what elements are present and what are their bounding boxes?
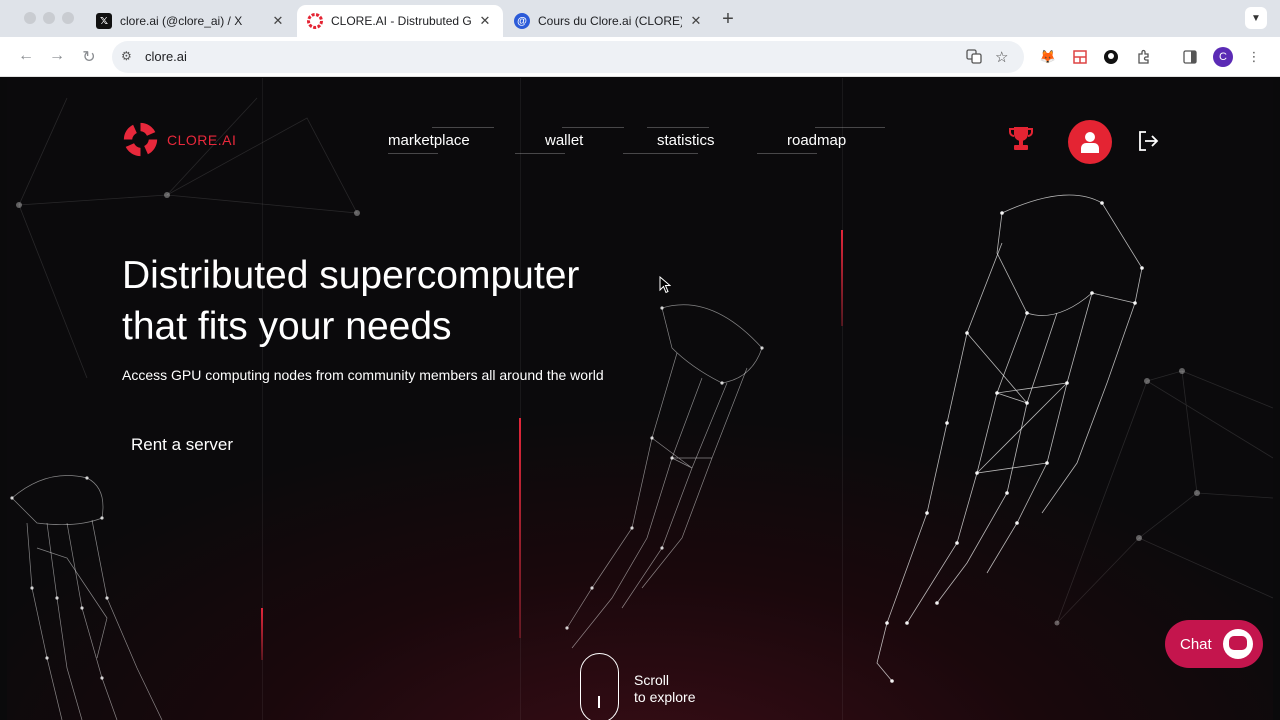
tab-title: Cours du Clore.ai (CLORE), G [538,14,682,28]
site-settings-icon[interactable]: ⚙ [121,49,132,63]
account-circle-icon[interactable] [1102,48,1120,66]
nav-decoration-line [623,153,698,154]
browser-tab-bar: 𝕏 clore.ai (@clore_ai) / X ✕ CLORE.AI - … [0,0,1280,37]
clore-logo-icon [307,13,323,29]
metamask-extension-icon[interactable]: 🦊 [1039,48,1057,66]
browser-tab[interactable]: 𝕏 clore.ai (@clore_ai) / X ✕ [86,5,296,37]
rent-server-button[interactable]: Rent a server [122,430,242,460]
coingecko-logo-icon: @ [514,13,530,29]
nav-link-wallet[interactable]: wallet [545,132,583,149]
jellyfish-left-decoration [10,475,163,720]
scroll-hint-line: to explore [634,689,696,705]
more-menu-icon[interactable]: ⋮ [1245,48,1263,66]
nav-decoration-line [432,127,494,128]
browser-tab[interactable]: @ Cours du Clore.ai (CLORE), G ✕ [504,5,714,37]
nav-decoration-line [757,153,817,154]
nav-link-marketplace[interactable]: marketplace [388,132,470,149]
clore-logo[interactable]: CLORE.AI [122,121,236,158]
close-icon[interactable]: ✕ [270,13,286,29]
chat-label: Chat [1180,635,1212,653]
nav-decoration-line [562,127,624,128]
clore-logo-icon [123,122,158,157]
nav-link-roadmap[interactable]: roadmap [787,132,846,149]
side-panel-icon[interactable] [1181,48,1199,66]
translate-icon[interactable] [966,48,982,68]
back-arrow-icon[interactable]: ← [16,47,36,65]
tab-search-chevron-icon[interactable]: ▼ [1245,7,1267,29]
hero-title-line: that fits your needs [122,305,452,348]
trophy-button[interactable] [1004,120,1038,158]
trophy-icon [1009,127,1033,150]
scroll-wheel [598,696,600,708]
hero-title: Distributed supercomputer that fits your… [122,250,682,352]
jellyfish-right-decoration [876,194,1144,683]
tab-title: CLORE.AI - Distrubuted GPU [331,14,471,28]
profile-avatar[interactable]: C [1213,47,1233,67]
chat-widget-button[interactable]: Chat [1165,620,1263,668]
logout-icon[interactable] [1137,130,1159,152]
browser-toolbar: ← → ↻ ⚙ clore.ai ☆ 🦊 C ⋮ [0,37,1280,77]
mouse-cursor-icon [659,276,671,294]
extensions-puzzle-icon[interactable] [1135,48,1153,66]
scroll-hint-line: Scroll [634,672,670,688]
nav-decoration-line [647,127,709,128]
close-icon[interactable]: ✕ [688,13,704,29]
scroll-mouse-icon[interactable] [580,653,619,720]
web-page: CLORE.AI marketplace wallet statistics r… [7,78,1273,720]
address-bar[interactable]: ⚙ clore.ai ☆ [112,41,1024,73]
new-tab-button[interactable]: + [718,8,738,31]
extension-grid-icon[interactable] [1071,48,1089,66]
address-url[interactable]: clore.ai [145,49,187,64]
window-close-control[interactable] [24,12,36,24]
scroll-hint: Scroll to explore [634,672,695,706]
user-account-button[interactable] [1068,120,1112,164]
forward-arrow-icon[interactable]: → [47,47,67,65]
reload-icon[interactable]: ↻ [79,47,99,67]
tab-title: clore.ai (@clore_ai) / X [120,14,243,28]
nav-decoration-line [815,127,885,128]
window-zoom-control[interactable] [62,12,74,24]
hero-subtitle: Access GPU computing nodes from communit… [122,367,604,383]
nav-decoration-line [515,153,565,154]
close-icon[interactable]: ✕ [477,13,493,29]
bookmark-star-icon[interactable]: ☆ [995,48,1008,66]
nav-decoration-line [388,153,438,154]
x-logo-icon: 𝕏 [96,13,112,29]
window-minimize-control[interactable] [43,12,55,24]
chat-bubble-icon [1223,629,1253,659]
browser-tab-active[interactable]: CLORE.AI - Distrubuted GPU ✕ [297,5,503,37]
hero-title-line: Distributed supercomputer [122,254,580,297]
nav-link-statistics[interactable]: statistics [657,132,715,149]
logo-text: CLORE.AI [167,131,237,148]
user-icon [1081,132,1099,153]
